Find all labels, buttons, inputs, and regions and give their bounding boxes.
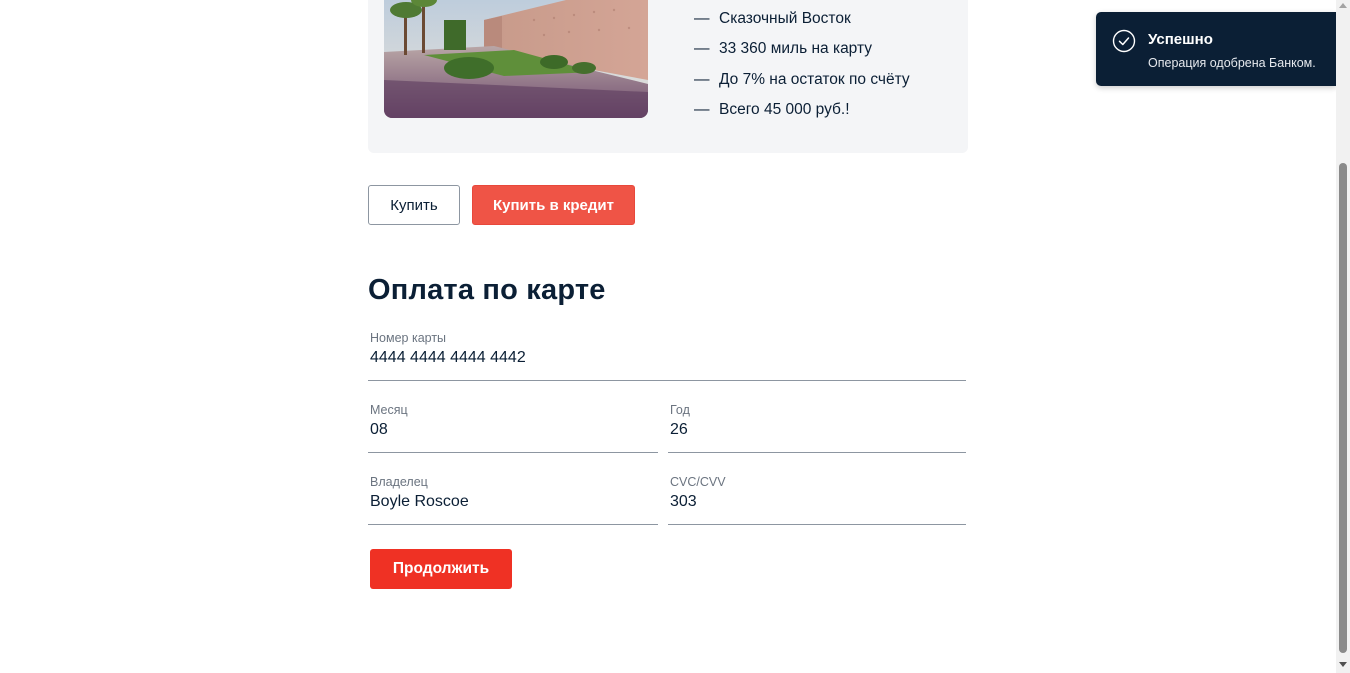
continue-button[interactable]: Продолжить (370, 549, 512, 589)
offer-card: — Сказочный Восток —33 360 миль на карту … (368, 0, 968, 153)
buy-on-credit-button[interactable]: Купить в кредит (472, 185, 635, 225)
card-number-input[interactable]: 4444 4444 4444 4442 (370, 349, 526, 367)
card-number-field[interactable]: Номер карты 4444 4444 4444 4442 (368, 331, 966, 381)
offer-feature: — Всего 45 000 руб.! (694, 95, 910, 125)
buy-button[interactable]: Купить (368, 185, 460, 225)
cvc-input[interactable]: 303 (670, 493, 697, 511)
month-field[interactable]: Месяц 08 (368, 403, 658, 453)
dash-glyph: — (694, 40, 710, 58)
scrollbar-thumb[interactable] (1339, 163, 1347, 653)
notification-message: Операция одобрена Банком. (1148, 56, 1316, 70)
year-input[interactable]: 26 (670, 421, 688, 439)
owner-input[interactable]: Boyle Roscoe (370, 493, 469, 511)
offer-feature: — До 7% на остаток по счёту (694, 65, 910, 95)
scroll-up-arrow-icon[interactable] (1339, 3, 1347, 8)
success-notification[interactable]: Успешно Операция одобрена Банком. (1096, 12, 1336, 86)
offer-features-list: — Сказочный Восток —33 360 миль на карту … (694, 4, 910, 125)
check-circle-icon (1112, 29, 1136, 53)
owner-field[interactable]: Владелец Boyle Roscoe (368, 475, 658, 525)
month-label: Месяц (370, 403, 408, 417)
cvc-label: CVC/CVV (670, 475, 726, 489)
offer-feature-text: 33 360 миль на карту (719, 40, 872, 58)
tour-photo (384, 0, 648, 118)
dash-glyph: — (694, 100, 710, 118)
scroll-down-arrow-icon[interactable] (1339, 662, 1347, 667)
card-number-label: Номер карты (370, 331, 447, 345)
year-field[interactable]: Год 26 (668, 403, 966, 453)
offer-feature: — Сказочный Восток (694, 4, 910, 34)
payment-section-title: Оплата по карте (368, 274, 606, 306)
page-viewport: — Сказочный Восток —33 360 миль на карту … (0, 0, 1336, 673)
offer-feature-text: Сказочный Восток (719, 10, 851, 27)
month-input[interactable]: 08 (370, 421, 388, 439)
offer-feature-text: До 7% на остаток по счёту (719, 70, 910, 88)
notification-title: Успешно (1148, 31, 1213, 48)
owner-label: Владелец (370, 475, 428, 489)
year-label: Год (670, 403, 690, 417)
page-scrollbar[interactable] (1336, 0, 1350, 673)
offer-feature-text: Всего 45 000 руб.! (719, 100, 850, 118)
dash-glyph: — (694, 10, 710, 27)
dash-glyph: — (694, 70, 710, 88)
cvc-field[interactable]: CVC/CVV 303 (668, 475, 966, 525)
offer-feature: — 33 360 миль на карту (694, 34, 910, 64)
